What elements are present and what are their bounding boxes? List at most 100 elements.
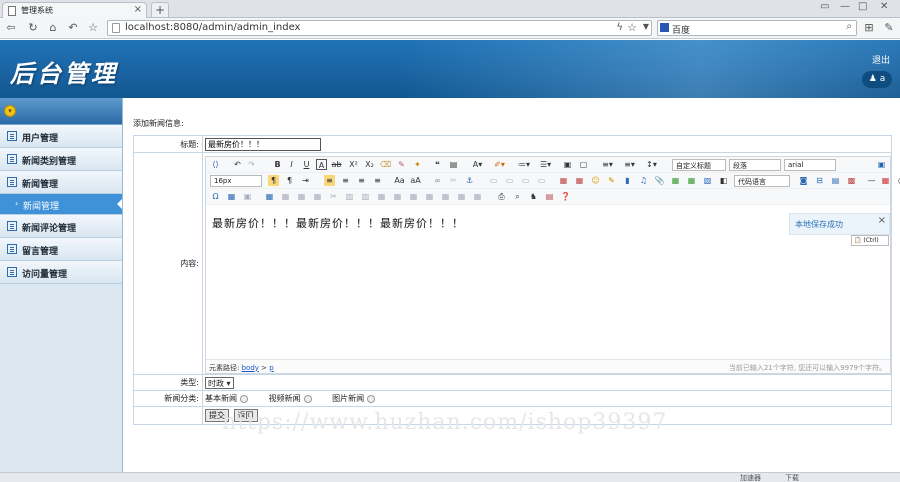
tools-icon[interactable]: ✎ <box>882 21 896 35</box>
lowercase-icon[interactable]: aA <box>410 175 421 186</box>
bold-icon[interactable]: B <box>272 159 283 170</box>
clear-doc-icon[interactable]: ▢ <box>578 159 589 170</box>
anchor-icon[interactable]: ⚓ <box>464 175 475 186</box>
title-input[interactable] <box>205 137 321 151</box>
download-label[interactable]: 下载 <box>785 473 799 482</box>
map-icon[interactable]: ▦ <box>670 175 681 186</box>
italic-icon[interactable]: I <box>286 159 297 170</box>
sidebar-item-users[interactable]: 用户管理 <box>0 125 122 148</box>
sidebar-item-news-category[interactable]: 新闻类别管理 <box>0 148 122 171</box>
unordered-list-icon[interactable]: ☰▾ <box>540 159 551 170</box>
insert-col-icon[interactable]: ▥ <box>344 191 355 202</box>
simple-upload-icon[interactable]: ▦ <box>558 175 569 186</box>
blockquote-icon[interactable]: ❝ <box>432 159 443 170</box>
sidebar-item-comments[interactable]: 新闻评论管理 <box>0 215 122 238</box>
code-language-select[interactable]: 代码语言 <box>734 174 790 187</box>
insert-paragraph-before-table-icon[interactable]: ▦ <box>296 191 307 202</box>
indent-icon[interactable]: ⇥ <box>300 175 311 186</box>
address-bar[interactable]: localhost:8080/admin/admin_index ϟ ☆ ▼ <box>107 20 652 36</box>
source-icon[interactable]: ⟨⟩ <box>210 159 221 170</box>
select-all-icon[interactable]: ▣ <box>562 159 573 170</box>
font-border-icon[interactable]: A <box>316 158 327 170</box>
accelerator-label[interactable]: 加速器 <box>740 473 761 482</box>
back-icon[interactable]: ⇦ <box>4 21 18 35</box>
grid-icon[interactable]: ⊞ <box>862 21 876 35</box>
drafts-icon[interactable]: ▤ <box>544 191 555 202</box>
snapscreen-icon[interactable]: ▣ <box>242 191 253 202</box>
background-color-icon[interactable]: ✐▾ <box>494 159 505 170</box>
attachment-icon[interactable]: 📎 <box>654 175 665 186</box>
word-image-icon[interactable]: ▦ <box>226 191 237 202</box>
close-window-icon[interactable]: ✕ <box>880 1 888 12</box>
eraser-icon[interactable]: ⌫ <box>380 159 391 170</box>
search-icon[interactable]: ⌕ <box>846 21 852 32</box>
font-color-icon[interactable]: A▾ <box>472 159 483 170</box>
line-height-icon[interactable]: ↕▾ <box>646 159 657 170</box>
close-tab-icon[interactable]: × <box>134 4 142 15</box>
refresh-icon[interactable]: ↻ <box>26 21 40 35</box>
time-icon[interactable]: ◷ <box>896 175 900 186</box>
image-center-icon[interactable]: ▭ <box>536 175 547 186</box>
undo-icon[interactable]: ↶ <box>66 21 80 35</box>
close-tip-icon[interactable]: × <box>878 215 886 226</box>
collapse-icon[interactable]: ▾ <box>4 105 16 117</box>
redo-icon[interactable]: ↷ <box>246 159 257 170</box>
format-brush-icon[interactable]: ✎ <box>396 159 407 170</box>
maximize-icon[interactable]: □ <box>858 1 867 12</box>
insert-row-icon[interactable]: ▦ <box>312 191 323 202</box>
minimize-icon[interactable]: — <box>840 1 850 12</box>
category-radio-image[interactable] <box>367 394 376 403</box>
gmap-icon[interactable]: ▦ <box>686 175 697 186</box>
paste-plain-icon[interactable]: ▤ <box>448 159 459 170</box>
underline-icon[interactable]: U <box>301 159 312 170</box>
restore-icon[interactable]: ▭ <box>820 1 829 12</box>
emotion-icon[interactable]: ☺ <box>590 175 601 186</box>
sidebar-item-visits[interactable]: 访问量管理 <box>0 261 122 284</box>
insert-video-icon[interactable]: ▮ <box>622 175 633 186</box>
paste-option-tip[interactable]: 📋 (Ctrl) <box>851 234 889 246</box>
undo-icon[interactable]: ↶ <box>232 159 243 170</box>
uppercase-icon[interactable]: Aa <box>394 175 405 186</box>
music-icon[interactable]: ♫ <box>638 175 649 186</box>
insert-table-icon[interactable]: ▦ <box>264 191 275 202</box>
type-select[interactable]: 时政 ▾ <box>205 376 234 389</box>
special-chars-icon[interactable]: Ω <box>210 191 221 202</box>
image-left-icon[interactable]: ▭ <box>504 175 515 186</box>
background-icon[interactable]: ▩ <box>846 175 857 186</box>
star-icon[interactable]: ☆ <box>627 21 637 34</box>
delete-table-icon[interactable]: ▦ <box>280 191 291 202</box>
new-tab-button[interactable]: + <box>151 2 169 17</box>
delete-row-icon[interactable]: ✂ <box>328 191 339 202</box>
link-icon[interactable]: ∞ <box>432 175 443 186</box>
image-none-icon[interactable]: ▭ <box>488 175 499 186</box>
auto-format-icon[interactable]: ✦ <box>412 159 423 170</box>
merge-down-icon[interactable]: ▦ <box>408 191 419 202</box>
sidebar-subitem-news-manage[interactable]: › 新闻管理 <box>0 194 122 215</box>
split-rows-icon[interactable]: ▦ <box>440 191 451 202</box>
paragraph-select[interactable]: 段落 <box>729 158 781 171</box>
delete-col-icon[interactable]: ▥ <box>360 191 371 202</box>
table-props-icon[interactable]: ▦ <box>472 191 483 202</box>
logout-link[interactable]: 退出 <box>872 53 890 66</box>
help-icon[interactable]: ❓ <box>560 191 571 202</box>
direction-rtl-icon[interactable]: ¶ <box>284 175 295 186</box>
strikethrough-icon[interactable]: ab <box>331 159 342 170</box>
row-spacing-top-icon[interactable]: ≡▾ <box>602 159 613 170</box>
web-app-icon[interactable]: ◙ <box>798 175 809 186</box>
sidebar-item-messages[interactable]: 留言管理 <box>0 238 122 261</box>
align-left-icon[interactable]: ≡ <box>324 174 335 186</box>
font-size-select[interactable]: 16px <box>210 174 262 187</box>
path-p-link[interactable]: p <box>269 364 273 372</box>
rich-text-editor[interactable]: ⟨⟩ ↶ ↷ B I U A ab X² X₂ ⌫ ✎ ✦ ❝ ▤ A▾ ✐▾ … <box>205 155 900 374</box>
custom-title-select[interactable]: 自定义标题 <box>672 158 726 171</box>
insert-code-icon[interactable]: ◧ <box>718 175 729 186</box>
subscript-icon[interactable]: X₂ <box>364 159 375 170</box>
unlink-icon[interactable]: ✂ <box>448 175 459 186</box>
search-replace-icon[interactable]: ♞ <box>528 191 539 202</box>
align-center-icon[interactable]: ≡ <box>340 175 351 186</box>
page-break-icon[interactable]: ⊟ <box>814 175 825 186</box>
split-cells-icon[interactable]: ▦ <box>424 191 435 202</box>
font-family-select[interactable]: arial <box>784 158 836 171</box>
fullscreen-icon[interactable]: ▣ <box>876 159 887 170</box>
horizontal-rule-icon[interactable]: — <box>866 175 877 186</box>
